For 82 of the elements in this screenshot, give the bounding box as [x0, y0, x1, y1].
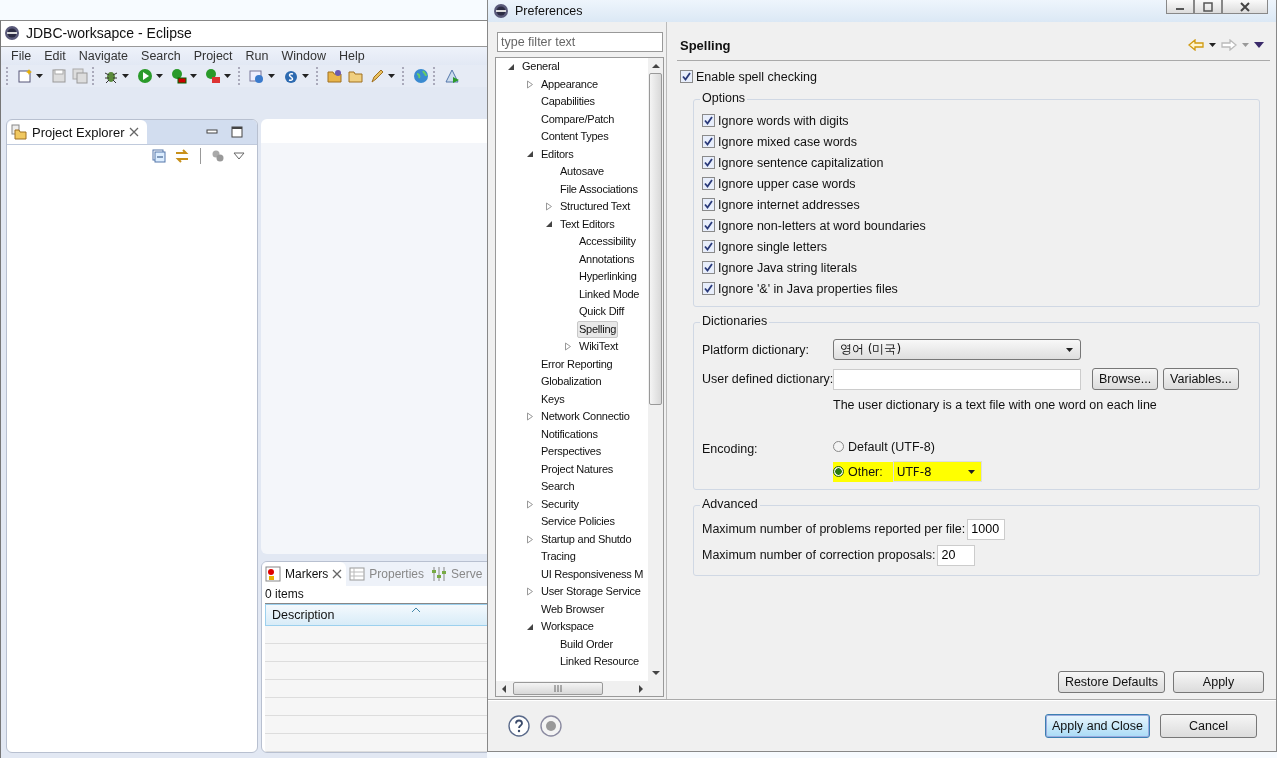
dialog-button[interactable]: Apply	[1173, 671, 1264, 693]
window-title: JDBC-worksapce - Eclipse	[26, 25, 192, 42]
field-label: Maximum number of correction proposals:	[702, 548, 936, 562]
group-title: Dictionaries	[700, 314, 770, 328]
view-tab[interactable]: Markers	[262, 562, 347, 586]
menu-item[interactable]: Search	[141, 48, 188, 63]
radio-label: Default (UTF-8)	[848, 439, 935, 454]
column-header[interactable]: Description	[265, 604, 487, 626]
view-tab[interactable]: Project Explorer	[7, 120, 148, 144]
tree-item[interactable]: Keys	[539, 390, 567, 408]
tree-item[interactable]: Workspace	[539, 618, 596, 636]
checkbox-label: Ignore upper case words	[718, 176, 856, 191]
tree-item[interactable]: Web Browser	[539, 600, 607, 618]
tree-item[interactable]: Error Reporting	[539, 355, 615, 373]
field-label: Maximum number of problems reported per file:	[702, 522, 966, 536]
group-title: Options	[700, 91, 748, 105]
tree-item[interactable]: Startup and Shutdo	[539, 530, 634, 548]
tree-item[interactable]: Editors	[539, 145, 576, 163]
tree-item[interactable]: Content Types	[539, 128, 611, 146]
menu-item[interactable]: Window	[281, 48, 333, 63]
checkbox-label: Ignore internet addresses	[718, 197, 860, 212]
filter-field[interactable]: type filter text	[497, 32, 663, 52]
tree-item[interactable]: Security	[539, 495, 581, 513]
tree-item[interactable]: Notifications	[539, 425, 600, 443]
checkbox-label: Ignore single letters	[718, 239, 828, 254]
tree-item[interactable]: Autosave	[558, 163, 606, 181]
checkbox-label: Ignore '&' in Java properties files	[718, 281, 898, 296]
dialog-button[interactable]: Apply and Close	[1044, 714, 1150, 738]
menu-item[interactable]: File	[11, 48, 39, 63]
tree-item[interactable]: Quick Diff	[577, 303, 626, 321]
tree-item[interactable]: Perspectives	[539, 443, 603, 461]
tree-item[interactable]: Structured Text	[558, 198, 633, 216]
number-field[interactable]: 20	[937, 544, 976, 566]
tree-item[interactable]: Search	[539, 478, 577, 496]
tree-item[interactable]: File Associations	[558, 180, 640, 198]
tree-item[interactable]: Hyperlinking	[577, 268, 639, 286]
tree-item[interactable]: Linked Mode	[577, 285, 642, 303]
tree-item[interactable]: WikiText	[577, 338, 620, 356]
tree-item[interactable]: Appearance	[539, 75, 600, 93]
group-title: Advanced	[700, 497, 760, 511]
encoding-dropdown[interactable]: UTF-8	[892, 461, 982, 482]
tree-item[interactable]: Project Natures	[539, 460, 616, 478]
tree-item[interactable]: Spelling	[577, 320, 619, 338]
tree-item[interactable]: Annotations	[577, 250, 637, 268]
menu-item[interactable]: Run	[245, 48, 276, 63]
tree-item[interactable]: User Storage Service	[539, 583, 643, 601]
tree-item[interactable]: Capabilities	[539, 93, 597, 111]
dialog-button[interactable]: Cancel	[1160, 714, 1257, 738]
tree-item[interactable]: Accessibility	[577, 233, 638, 251]
window-title: Preferences	[515, 4, 583, 18]
checkbox-label: Ignore non-letters at word boundaries	[718, 218, 926, 233]
tree-item[interactable]: Text Editors	[558, 215, 617, 233]
menu-item[interactable]: Help	[338, 48, 372, 63]
item-count: 0 items	[265, 586, 305, 603]
menu-item[interactable]: Navigate	[78, 48, 136, 63]
tree-item[interactable]: UI Responsiveness M	[539, 565, 646, 583]
radio-label: Other:	[848, 464, 883, 479]
checkbox-label: Ignore sentence capitalization	[718, 155, 884, 170]
page-title: Spelling	[679, 37, 731, 53]
menu-item[interactable]: Project	[193, 48, 240, 63]
dictionary-dropdown[interactable]: 영어 (미국)	[833, 339, 1081, 360]
tree-item[interactable]: Build Order	[558, 635, 615, 653]
tree-item[interactable]: Compare/Patch	[539, 110, 617, 128]
dialog-button[interactable]: Restore Defaults	[1057, 671, 1165, 693]
tree-item[interactable]: Tracing	[539, 548, 578, 566]
hint-text: The user dictionary is a text file with one word on each line	[833, 398, 1158, 414]
checkbox-label: Enable spell checking	[696, 69, 817, 84]
tree-item[interactable]: Network Connectio	[539, 408, 632, 426]
tree-item[interactable]: Service Policies	[539, 513, 617, 531]
field-label: Platform dictionary:	[702, 342, 810, 357]
field-label: Encoding:	[702, 441, 759, 456]
tree-item[interactable]: Globalization	[539, 373, 604, 391]
checkbox-label: Ignore Java string literals	[718, 260, 857, 275]
dialog-button[interactable]: Variables...	[1163, 368, 1239, 390]
checkbox-label: Ignore mixed case words	[718, 134, 857, 149]
tree-item[interactable]: Linked Resource	[558, 653, 641, 671]
checkbox-label: Ignore words with digits	[718, 113, 849, 128]
dialog-button[interactable]: Browse...	[1092, 368, 1159, 390]
menu-item[interactable]: Edit	[44, 48, 73, 63]
number-field[interactable]: 1000	[967, 518, 1006, 540]
field-label: User defined dictionary:	[702, 372, 833, 386]
tree-item[interactable]: General	[520, 58, 562, 76]
